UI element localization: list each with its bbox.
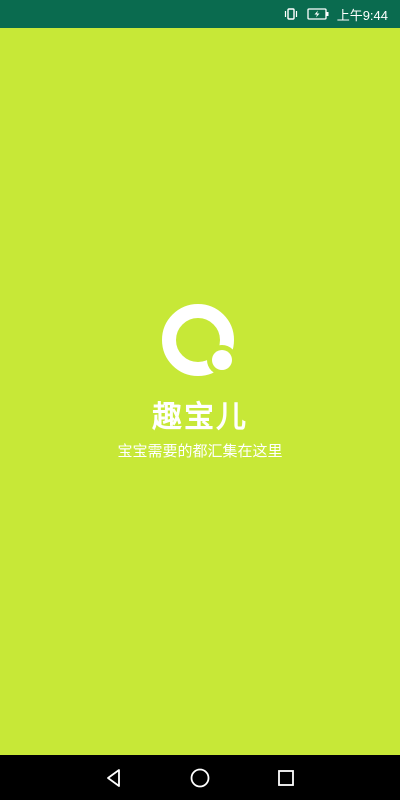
q-logo-icon [158,300,242,384]
app-name: 趣宝儿 [152,400,248,435]
navigation-bar [0,755,400,800]
splash-screen: 上午9:44 趣宝儿 宝宝需要的都汇集在这里 [0,0,400,800]
battery-charging-icon [307,7,329,21]
recents-icon[interactable] [272,764,300,792]
status-bar: 上午9:44 [0,0,400,28]
app-tagline: 宝宝需要的都汇集在这里 [117,442,283,460]
status-time: 上午9:44 [336,7,388,23]
back-icon[interactable] [100,764,128,792]
splash-content: 趣宝儿 宝宝需要的都汇集在这里 [0,28,400,755]
home-icon[interactable] [186,764,214,792]
vibrate-icon [283,7,299,21]
